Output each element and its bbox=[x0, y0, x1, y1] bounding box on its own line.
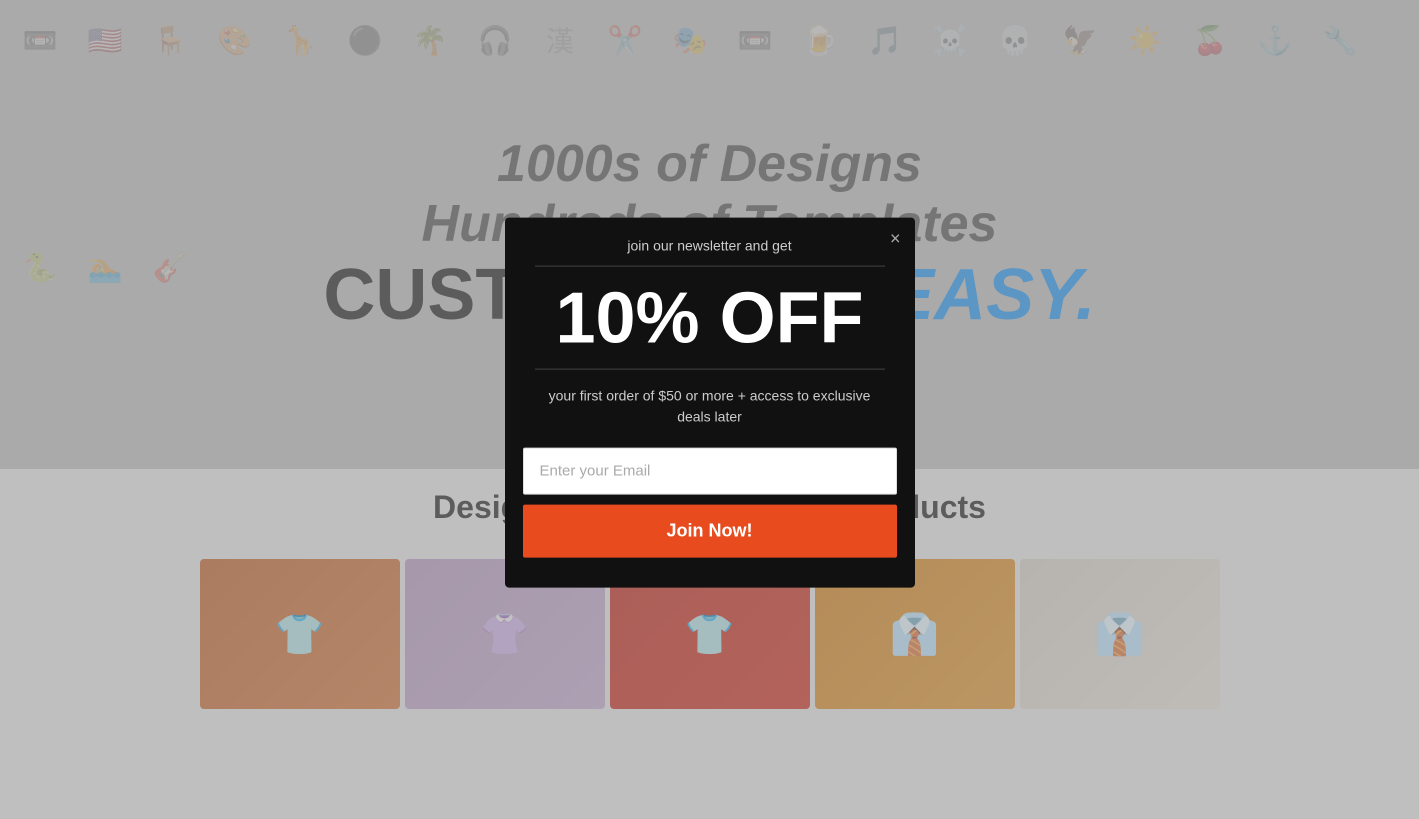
newsletter-modal: × join our newsletter and get 10% OFF yo… bbox=[505, 217, 915, 587]
modal-subtitle: join our newsletter and get bbox=[535, 237, 885, 253]
modal-body: Join Now! bbox=[505, 447, 915, 557]
email-input[interactable] bbox=[523, 447, 897, 494]
modal-close-button[interactable]: × bbox=[890, 229, 901, 247]
join-now-button[interactable]: Join Now! bbox=[523, 504, 897, 557]
modal-divider-bottom bbox=[535, 368, 885, 369]
modal-discount: 10% OFF bbox=[535, 282, 885, 354]
modal-header: join our newsletter and get 10% OFF your… bbox=[505, 217, 915, 427]
page-background: 📼 🇺🇸 🪑 🎨 🦒 ⚫ 🌴 🎧 漢 ✂️ 🎭 📼 🍺 🎵 ☠️ 💀 🦅 ☀️ … bbox=[0, 0, 1419, 819]
modal-description: your first order of $50 or more + access… bbox=[535, 385, 885, 427]
modal-divider-top bbox=[535, 265, 885, 266]
